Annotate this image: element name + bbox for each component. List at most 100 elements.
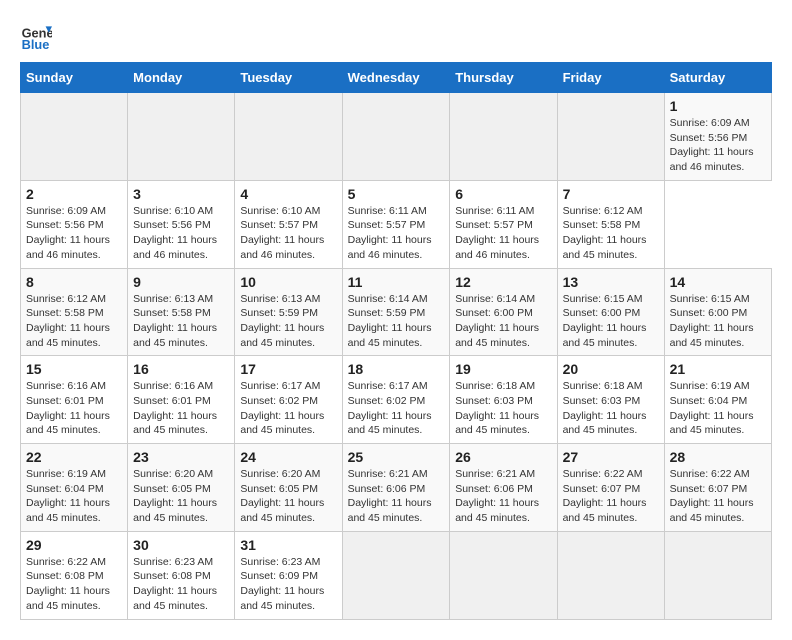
day-number: 23: [133, 449, 229, 465]
day-info: Sunrise: 6:13 AMSunset: 5:58 PMDaylight:…: [133, 292, 229, 351]
calendar-day-header: Tuesday: [235, 63, 342, 93]
day-number: 20: [563, 361, 659, 377]
calendar-week-row: 8 Sunrise: 6:12 AMSunset: 5:58 PMDaylight…: [21, 268, 772, 356]
calendar-cell: 6 Sunrise: 6:11 AMSunset: 5:57 PMDaylight…: [450, 180, 557, 268]
calendar-cell: 13Sunrise: 6:15 AMSunset: 6:00 PMDayligh…: [557, 268, 664, 356]
day-info: Sunrise: 6:14 AMSunset: 5:59 PMDaylight:…: [348, 292, 445, 351]
day-number: 25: [348, 449, 445, 465]
day-number: 7: [563, 186, 659, 202]
day-info: Sunrise: 6:22 AMSunset: 6:08 PMDaylight:…: [26, 555, 122, 614]
calendar-cell: [235, 93, 342, 181]
calendar-cell: 22Sunrise: 6:19 AMSunset: 6:04 PMDayligh…: [21, 444, 128, 532]
calendar-day-header: Friday: [557, 63, 664, 93]
day-info: Sunrise: 6:09 AMSunset: 5:56 PMDaylight:…: [670, 116, 766, 175]
calendar-cell: 23Sunrise: 6:20 AMSunset: 6:05 PMDayligh…: [128, 444, 235, 532]
day-info: Sunrise: 6:11 AMSunset: 5:57 PMDaylight:…: [348, 204, 445, 263]
calendar-cell: 2 Sunrise: 6:09 AMSunset: 5:56 PMDaylight…: [21, 180, 128, 268]
calendar-week-row: 1 Sunrise: 6:09 AMSunset: 5:56 PMDaylight…: [21, 93, 772, 181]
day-number: 2: [26, 186, 122, 202]
calendar-cell: 3 Sunrise: 6:10 AMSunset: 5:56 PMDaylight…: [128, 180, 235, 268]
day-info: Sunrise: 6:16 AMSunset: 6:01 PMDaylight:…: [133, 379, 229, 438]
day-number: 4: [240, 186, 336, 202]
calendar-cell: 15Sunrise: 6:16 AMSunset: 6:01 PMDayligh…: [21, 356, 128, 444]
day-info: Sunrise: 6:16 AMSunset: 6:01 PMDaylight:…: [26, 379, 122, 438]
day-info: Sunrise: 6:19 AMSunset: 6:04 PMDaylight:…: [26, 467, 122, 526]
calendar-cell: [450, 531, 557, 619]
calendar-cell: 20 Sunrise: 6:18 AMSunset: 6:03 PMDayligh…: [557, 356, 664, 444]
day-number: 8: [26, 274, 122, 290]
day-number: 6: [455, 186, 551, 202]
day-info: Sunrise: 6:10 AMSunset: 5:56 PMDaylight:…: [133, 204, 229, 263]
calendar-cell: 18Sunrise: 6:17 AMSunset: 6:02 PMDayligh…: [342, 356, 450, 444]
calendar-cell: 31 Sunrise: 6:23 AMSunset: 6:09 PMDayligh…: [235, 531, 342, 619]
day-number: 19: [455, 361, 551, 377]
calendar-cell: [342, 93, 450, 181]
logo-icon: General Blue: [20, 20, 52, 52]
day-number: 30: [133, 537, 229, 553]
day-info: Sunrise: 6:09 AMSunset: 5:56 PMDaylight:…: [26, 204, 122, 263]
calendar-cell: 29Sunrise: 6:22 AMSunset: 6:08 PMDayligh…: [21, 531, 128, 619]
day-number: 17: [240, 361, 336, 377]
day-info: Sunrise: 6:13 AMSunset: 5:59 PMDaylight:…: [240, 292, 336, 351]
calendar-week-row: 22Sunrise: 6:19 AMSunset: 6:04 PMDayligh…: [21, 444, 772, 532]
day-number: 12: [455, 274, 551, 290]
day-number: 24: [240, 449, 336, 465]
calendar-cell: 10 Sunrise: 6:13 AMSunset: 5:59 PMDayligh…: [235, 268, 342, 356]
calendar-cell: 30 Sunrise: 6:23 AMSunset: 6:08 PMDayligh…: [128, 531, 235, 619]
day-info: Sunrise: 6:15 AMSunset: 6:00 PMDaylight:…: [563, 292, 659, 351]
calendar-cell: 21Sunrise: 6:19 AMSunset: 6:04 PMDayligh…: [664, 356, 771, 444]
day-number: 14: [670, 274, 766, 290]
day-number: 3: [133, 186, 229, 202]
calendar-cell: [557, 531, 664, 619]
calendar-week-row: 15Sunrise: 6:16 AMSunset: 6:01 PMDayligh…: [21, 356, 772, 444]
day-number: 5: [348, 186, 445, 202]
calendar-day-header: Monday: [128, 63, 235, 93]
day-number: 16: [133, 361, 229, 377]
calendar-cell: 12 Sunrise: 6:14 AMSunset: 6:00 PMDayligh…: [450, 268, 557, 356]
calendar-cell: 5 Sunrise: 6:11 AMSunset: 5:57 PMDaylight…: [342, 180, 450, 268]
calendar-cell: [21, 93, 128, 181]
day-info: Sunrise: 6:12 AMSunset: 5:58 PMDaylight:…: [26, 292, 122, 351]
day-info: Sunrise: 6:21 AMSunset: 6:06 PMDaylight:…: [455, 467, 551, 526]
day-number: 11: [348, 274, 445, 290]
calendar-cell: [664, 531, 771, 619]
day-info: Sunrise: 6:21 AMSunset: 6:06 PMDaylight:…: [348, 467, 445, 526]
calendar-cell: 25 Sunrise: 6:21 AMSunset: 6:06 PMDayligh…: [342, 444, 450, 532]
calendar-day-header: Sunday: [21, 63, 128, 93]
day-number: 21: [670, 361, 766, 377]
calendar-table: SundayMondayTuesdayWednesdayThursdayFrid…: [20, 62, 772, 620]
day-info: Sunrise: 6:17 AMSunset: 6:02 PMDaylight:…: [240, 379, 336, 438]
calendar-cell: [128, 93, 235, 181]
calendar-header-row: SundayMondayTuesdayWednesdayThursdayFrid…: [21, 63, 772, 93]
day-info: Sunrise: 6:23 AMSunset: 6:09 PMDaylight:…: [240, 555, 336, 614]
calendar-cell: 16 Sunrise: 6:16 AMSunset: 6:01 PMDayligh…: [128, 356, 235, 444]
day-number: 9: [133, 274, 229, 290]
calendar-cell: 8 Sunrise: 6:12 AMSunset: 5:58 PMDaylight…: [21, 268, 128, 356]
calendar-cell: 27Sunrise: 6:22 AMSunset: 6:07 PMDayligh…: [557, 444, 664, 532]
calendar-cell: [557, 93, 664, 181]
calendar-cell: 11 Sunrise: 6:14 AMSunset: 5:59 PMDayligh…: [342, 268, 450, 356]
day-info: Sunrise: 6:18 AMSunset: 6:03 PMDaylight:…: [455, 379, 551, 438]
day-info: Sunrise: 6:14 AMSunset: 6:00 PMDaylight:…: [455, 292, 551, 351]
calendar-cell: 28Sunrise: 6:22 AMSunset: 6:07 PMDayligh…: [664, 444, 771, 532]
calendar-cell: 4Sunrise: 6:10 AMSunset: 5:57 PMDaylight…: [235, 180, 342, 268]
calendar-week-row: 2 Sunrise: 6:09 AMSunset: 5:56 PMDaylight…: [21, 180, 772, 268]
calendar-day-header: Thursday: [450, 63, 557, 93]
day-info: Sunrise: 6:23 AMSunset: 6:08 PMDaylight:…: [133, 555, 229, 614]
calendar-cell: [450, 93, 557, 181]
day-number: 31: [240, 537, 336, 553]
calendar-cell: 26Sunrise: 6:21 AMSunset: 6:06 PMDayligh…: [450, 444, 557, 532]
calendar-cell: [342, 531, 450, 619]
day-info: Sunrise: 6:18 AMSunset: 6:03 PMDaylight:…: [563, 379, 659, 438]
calendar-body: 1 Sunrise: 6:09 AMSunset: 5:56 PMDaylight…: [21, 93, 772, 620]
day-number: 1: [670, 98, 766, 114]
day-number: 10: [240, 274, 336, 290]
calendar-cell: 17 Sunrise: 6:17 AMSunset: 6:02 PMDayligh…: [235, 356, 342, 444]
calendar-cell: 24 Sunrise: 6:20 AMSunset: 6:05 PMDayligh…: [235, 444, 342, 532]
calendar-cell: 7Sunrise: 6:12 AMSunset: 5:58 PMDaylight…: [557, 180, 664, 268]
calendar-cell: 14Sunrise: 6:15 AMSunset: 6:00 PMDayligh…: [664, 268, 771, 356]
day-info: Sunrise: 6:20 AMSunset: 6:05 PMDaylight:…: [240, 467, 336, 526]
day-info: Sunrise: 6:22 AMSunset: 6:07 PMDaylight:…: [670, 467, 766, 526]
day-info: Sunrise: 6:11 AMSunset: 5:57 PMDaylight:…: [455, 204, 551, 263]
day-info: Sunrise: 6:17 AMSunset: 6:02 PMDaylight:…: [348, 379, 445, 438]
